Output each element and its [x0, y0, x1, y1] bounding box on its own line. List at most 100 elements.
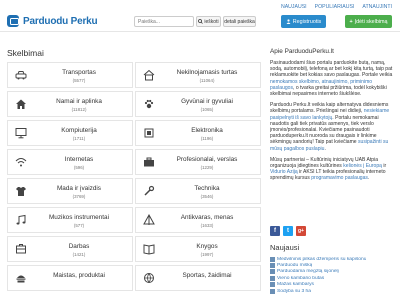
- home-icon: [16, 99, 26, 109]
- europe-link[interactable]: Europą: [366, 163, 382, 169]
- category-name: Antikvaras, menas: [180, 214, 234, 221]
- category-name: Internetas: [64, 156, 94, 163]
- category-tile[interactable]: Kompiuterija (1711): [7, 120, 133, 146]
- computer-icon: [15, 128, 27, 139]
- topnav-popular-link[interactable]: POPULIARIAUSI: [311, 3, 359, 11]
- category-tile[interactable]: Knygos (1997): [135, 236, 261, 262]
- category-name: Knygos: [196, 243, 218, 250]
- programming-link[interactable]: programavimo paslaugas: [311, 175, 368, 181]
- category-tile[interactable]: Nekilnojamasis turtas (11064): [135, 62, 261, 88]
- category-name: Darbas: [68, 243, 90, 250]
- news-link[interactable]: Vieno kambario butas: [277, 276, 324, 281]
- topnav-updated-link[interactable]: ATNAUJINTI: [358, 3, 396, 11]
- category-count: (1997): [200, 252, 214, 257]
- category-tile[interactable]: Profesionalai, verslas (1229): [135, 149, 261, 175]
- category-tile[interactable]: Transportas (5577): [7, 62, 133, 88]
- header: Parduodu Perku ieškoti detali paieška Re…: [0, 12, 400, 32]
- newest-title: Naujausi: [270, 243, 300, 252]
- search-input[interactable]: [134, 16, 194, 27]
- about-title: Apie ParduoduPerku.lt: [270, 48, 334, 55]
- category-name: Profesionalai, verslas: [176, 156, 238, 163]
- category-name: Maistas, produktai: [53, 272, 105, 279]
- work-icon: [16, 244, 26, 254]
- page-link[interactable]: puslapiu: [306, 146, 325, 152]
- category-tile[interactable]: Technika (3546): [135, 178, 261, 204]
- category-tile[interactable]: Gyvūnai ir gyvuliai (1065): [135, 91, 261, 117]
- category-count: (596): [73, 165, 85, 170]
- top-navigation: NAUJAUSI POPULIARIAUSI ATNAUJINTI: [277, 3, 396, 11]
- category-tile[interactable]: Internetas (596): [7, 149, 133, 175]
- newest-list: Medvilninis pilkas džemperis su kapišonu…: [270, 256, 394, 294]
- about-text-segment: ir: [381, 163, 387, 170]
- category-tile[interactable]: Sportas, žaidimai: [135, 265, 261, 291]
- news-link[interactable]: Medvilninis pilkas džemperis su kapišonu: [277, 257, 366, 262]
- news-link[interactable]: Parduodu mišką: [277, 263, 312, 268]
- detail-search-button[interactable]: detali paieška: [223, 16, 256, 27]
- category-count: (577): [73, 223, 85, 228]
- about-text-segment: .: [324, 145, 326, 152]
- book-icon: [143, 244, 155, 255]
- about-text: Pasinaudodami šiuo portalu parduokite bu…: [270, 60, 394, 187]
- art-icon: [143, 214, 155, 225]
- user-icon: [286, 19, 291, 24]
- register-label: Registruotis: [292, 18, 322, 25]
- category-tile[interactable]: Darbas (1421): [7, 236, 133, 262]
- category-name: Technika: [194, 185, 220, 192]
- news-thumbnail: [270, 288, 275, 294]
- category-name: Gyvūnai ir gyvuliai: [181, 98, 233, 105]
- twitter-icon[interactable]: t: [283, 226, 293, 236]
- sport-icon: [144, 273, 154, 283]
- category-count: (11812): [71, 107, 87, 112]
- category-name: Nekilnojamasis turtas: [176, 69, 238, 76]
- category-tile[interactable]: Antikvaras, menas (1633): [135, 207, 261, 233]
- help-link[interactable]: pagalbos: [284, 146, 305, 152]
- category-tile[interactable]: Elektronika (1196): [135, 120, 261, 146]
- news-item[interactable]: Sodyba su 3 ha: [270, 288, 394, 294]
- wifi-icon: [15, 158, 27, 167]
- about-paragraph-1: Pasinaudodami šiuo portalu parduokite bu…: [270, 60, 394, 97]
- category-count: (1633): [200, 223, 214, 228]
- add-listing-button[interactable]: + Įdėti skelbimą: [345, 15, 392, 28]
- about-text-segment: .: [367, 175, 370, 182]
- category-name: Muzikos instrumentai: [48, 214, 110, 221]
- facebook-icon[interactable]: f: [270, 226, 280, 236]
- category-name: Namai ir aplinka: [56, 98, 102, 105]
- news-thumbnail: [270, 256, 275, 262]
- category-tile[interactable]: Mada ir įvaizdis (3769): [7, 178, 133, 204]
- tools-icon: [144, 185, 155, 196]
- news-link[interactable]: Parduodama megztą sijonėlį: [277, 269, 339, 274]
- social-links: f t g+: [270, 226, 306, 236]
- search-button[interactable]: ieškoti: [196, 16, 221, 27]
- site-name: Parduodu Perku: [23, 15, 98, 27]
- site-logo[interactable]: Parduodu Perku: [7, 15, 98, 27]
- about-paragraph-2: Parduodu Perku.lt veikia kaip alternatyv…: [270, 102, 394, 152]
- category-name: Elektronika: [191, 127, 223, 134]
- google-plus-icon[interactable]: g+: [296, 226, 306, 236]
- category-count: (1421): [72, 252, 86, 257]
- search-button-label: ieškoti: [204, 18, 219, 25]
- news-link[interactable]: Sodyba su 3 ha: [277, 289, 311, 294]
- central-asia-link[interactable]: Vidurio Aziją: [270, 169, 298, 175]
- category-tile[interactable]: Namai ir aplinka (11812): [7, 91, 133, 117]
- category-name: Mada ir įvaizdis: [56, 185, 102, 192]
- register-button[interactable]: Registruotis: [281, 15, 326, 28]
- category-count: (1065): [200, 107, 214, 112]
- briefcase-icon: [144, 157, 154, 167]
- food-icon: [16, 275, 26, 283]
- category-count: (1229): [200, 165, 214, 170]
- category-tile[interactable]: Maistas, produktai: [7, 265, 133, 291]
- topnav-newest-link[interactable]: NAUJAUSI: [277, 3, 311, 11]
- trips-link[interactable]: kelionės į: [343, 163, 364, 169]
- add-listing-label: Įdėti skelbimą: [354, 18, 388, 25]
- categories-title: Skelbimai: [7, 48, 44, 58]
- news-link[interactable]: Mažas kambarys: [277, 282, 314, 287]
- clothes-icon: [16, 187, 26, 196]
- about-text-segment: Pasinaudodami šiuo portalu parduokite bu…: [270, 60, 393, 79]
- paw-icon: [144, 99, 154, 109]
- category-name: Sportas, žaidimai: [182, 272, 232, 279]
- search-icon: [198, 19, 204, 24]
- category-tile[interactable]: Muzikos instrumentai (577): [7, 207, 133, 233]
- logo-icon: [7, 15, 19, 27]
- electronics-icon: [144, 128, 154, 138]
- category-count: (5577): [72, 78, 86, 83]
